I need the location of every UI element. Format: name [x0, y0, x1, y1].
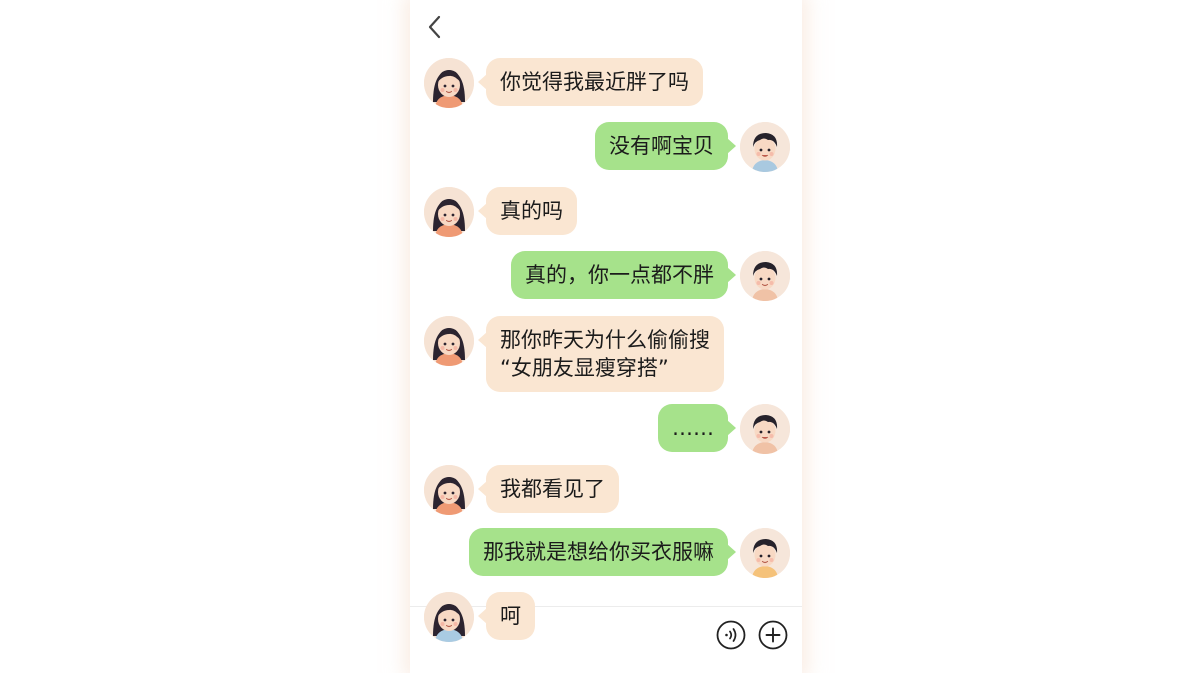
stage: 你觉得我最近胖了吗 没有啊宝贝 真的吗 真的，你一点都不胖 那你昨天为什么偷偷搜…: [0, 0, 1200, 673]
girl-avatar: [424, 465, 474, 515]
message-bubble-her: 呵: [478, 592, 535, 640]
voice-button[interactable]: [716, 620, 746, 650]
message-row: 呵: [424, 592, 535, 642]
message-row: 那我就是想给你买衣服嘛: [469, 528, 790, 578]
boy-avatar: [740, 122, 790, 172]
boy-avatar: [740, 528, 790, 578]
add-button[interactable]: [758, 620, 788, 650]
message-bubble-him: 那我就是想给你买衣服嘛: [469, 528, 736, 576]
chat-screen: 你觉得我最近胖了吗 没有啊宝贝 真的吗 真的，你一点都不胖 那你昨天为什么偷偷搜…: [410, 0, 802, 673]
boy-avatar: [740, 251, 790, 301]
message-row: 真的，你一点都不胖: [511, 251, 790, 301]
message-bubble-her: 真的吗: [478, 187, 577, 235]
back-button[interactable]: [424, 12, 446, 42]
message-bubble-her: 我都看见了: [478, 465, 619, 513]
message-row: 你觉得我最近胖了吗: [424, 58, 703, 108]
girl-avatar: [424, 316, 474, 366]
message-bubble-him: ……: [658, 404, 736, 452]
message-bubble-her: 那你昨天为什么偷偷搜 “女朋友显瘦穿搭”: [478, 316, 724, 392]
message-bubble-him: 没有啊宝贝: [595, 122, 736, 170]
boy-avatar: [740, 404, 790, 454]
message-bubble-him: 真的，你一点都不胖: [511, 251, 736, 299]
girl-avatar: [424, 592, 474, 642]
girl-avatar: [424, 187, 474, 237]
message-row: 没有啊宝贝: [595, 122, 790, 172]
girl-avatar: [424, 58, 474, 108]
message-row: 那你昨天为什么偷偷搜 “女朋友显瘦穿搭”: [424, 316, 724, 392]
message-row: 真的吗: [424, 187, 577, 237]
chevron-left-icon: [428, 15, 441, 39]
message-bubble-her: 你觉得我最近胖了吗: [478, 58, 703, 106]
message-row: 我都看见了: [424, 465, 619, 515]
voice-icon: [716, 620, 746, 650]
plus-icon: [758, 620, 788, 650]
message-row: ……: [658, 404, 790, 454]
